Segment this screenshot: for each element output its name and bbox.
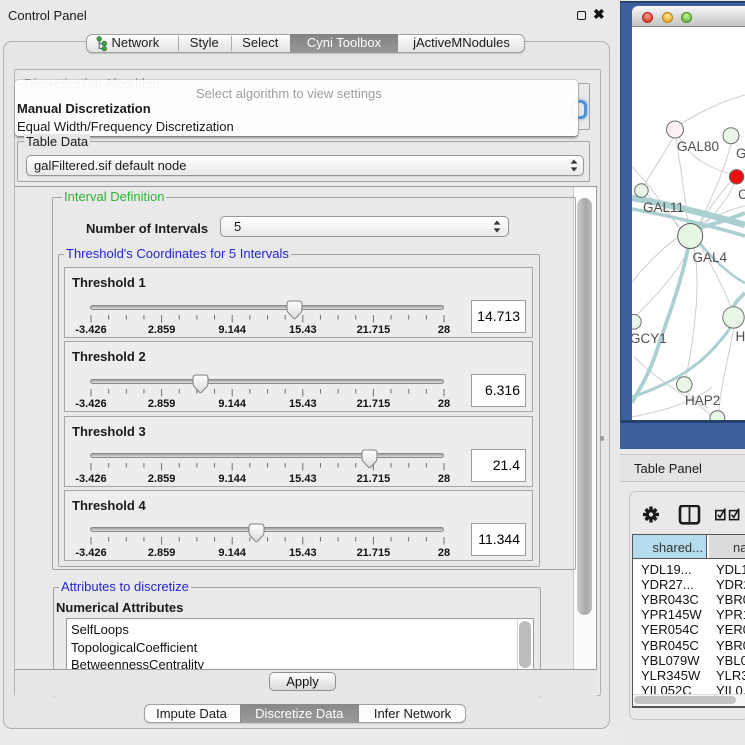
svg-text:H: H [736,329,745,344]
svg-text:GAL11: GAL11 [643,200,684,215]
svg-text:GCY1: GCY1 [632,331,667,346]
svg-text:CY: CY [738,187,745,202]
svg-text:GAL4: GAL4 [693,250,728,265]
svg-text:GAL80: GAL80 [677,139,719,154]
svg-text:GA: GA [736,146,745,161]
svg-text:HAP2: HAP2 [685,393,720,408]
